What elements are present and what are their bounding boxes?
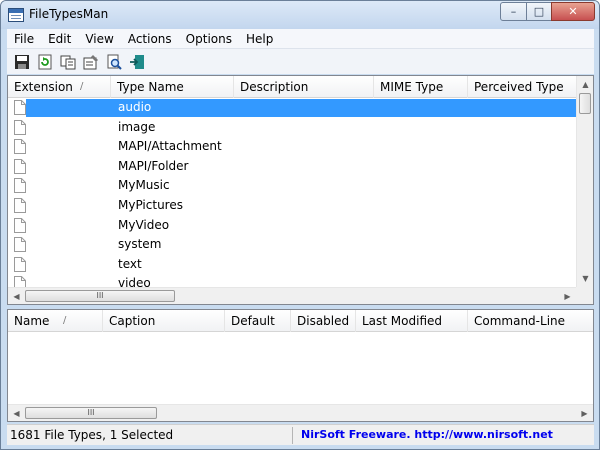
menu-help[interactable]: Help <box>239 32 280 46</box>
menu-view[interactable]: View <box>78 32 120 46</box>
refresh-icon <box>38 54 52 69</box>
list-item[interactable]: text <box>8 255 576 275</box>
horizontal-scroll-thumb[interactable]: III <box>25 407 157 419</box>
file-icon <box>14 197 26 213</box>
list-item[interactable]: image <box>8 118 576 138</box>
save-button[interactable] <box>11 51 33 73</box>
type-name-cell: MAPI/Attachment <box>118 139 222 154</box>
file-types-rows: audio image MAPI/Attachment MAPI/Folder MyMu… <box>8 98 576 294</box>
type-name-cell: image <box>118 119 156 134</box>
exit-icon <box>130 54 144 69</box>
list-item[interactable]: MyPictures <box>8 196 576 216</box>
column-type-name[interactable]: Type Name <box>111 76 234 98</box>
copy-icon <box>60 55 76 69</box>
file-types-header: Extension / Type Name Description MIME T… <box>8 76 593 98</box>
file-icon <box>14 119 26 135</box>
sort-indicator-icon: / <box>80 81 84 92</box>
column-mime-type[interactable]: MIME Type <box>374 76 468 98</box>
list-item[interactable]: audio <box>8 98 576 118</box>
type-name-cell: MyPictures <box>118 197 183 212</box>
status-summary: 1681 File Types, 1 Selected <box>10 428 174 442</box>
menu-file[interactable]: File <box>7 32 41 46</box>
horizontal-scrollbar[interactable]: ◀ III ▶ <box>8 287 576 304</box>
type-name-cell: audio <box>118 100 152 114</box>
type-name-cell: MAPI/Folder <box>118 158 189 173</box>
file-icon <box>14 256 26 272</box>
scrollbar-corner <box>576 287 593 304</box>
maximize-button[interactable]: □ <box>526 2 552 21</box>
column-description[interactable]: Description <box>234 76 374 98</box>
column-default[interactable]: Default <box>225 310 291 332</box>
list-item[interactable]: MyMusic <box>8 176 576 196</box>
column-caption[interactable]: Caption <box>103 310 225 332</box>
column-last-modified[interactable]: Last Modified <box>356 310 468 332</box>
horizontal-scrollbar[interactable]: ◀ III ▶ <box>8 404 593 421</box>
list-item[interactable]: MAPI/Folder <box>8 157 576 177</box>
app-window: FileTypesMan – □ ✕ File Edit View Action… <box>0 0 600 450</box>
title-bar[interactable]: FileTypesMan – □ ✕ <box>1 1 599 29</box>
vertical-scroll-thumb[interactable] <box>579 93 591 114</box>
file-icon <box>14 139 26 155</box>
file-icon <box>14 237 26 253</box>
exit-button[interactable] <box>126 51 148 73</box>
file-icon <box>14 158 26 174</box>
status-divider <box>292 427 293 444</box>
menu-bar: File Edit View Actions Options Help <box>7 29 594 48</box>
file-icon <box>14 100 26 115</box>
close-button[interactable]: ✕ <box>551 2 595 21</box>
scroll-left-icon[interactable]: ◀ <box>8 288 25 304</box>
status-bar: 1681 File Types, 1 Selected NirSoft Free… <box>7 424 594 445</box>
actions-header: Name / Caption Default Disabled Last Mod… <box>8 310 593 332</box>
minimize-button[interactable]: – <box>500 2 527 21</box>
selection-highlight <box>26 99 576 117</box>
file-icon <box>14 178 26 194</box>
save-icon <box>15 54 29 69</box>
menu-actions[interactable]: Actions <box>121 32 179 46</box>
window-title: FileTypesMan <box>29 7 109 21</box>
list-item[interactable]: MAPI/Attachment <box>8 137 576 157</box>
list-item[interactable]: MyVideo <box>8 216 576 236</box>
app-icon[interactable] <box>8 8 24 22</box>
properties-button[interactable] <box>80 51 102 73</box>
type-name-cell: system <box>118 237 162 252</box>
menu-edit[interactable]: Edit <box>41 32 78 46</box>
scroll-up-icon[interactable]: ▲ <box>577 76 593 93</box>
find-button[interactable] <box>103 51 125 73</box>
horizontal-scroll-thumb[interactable]: III <box>25 290 175 302</box>
list-item[interactable]: system <box>8 235 576 255</box>
toolbar <box>7 48 594 74</box>
type-name-cell: MyVideo <box>118 217 170 232</box>
column-extension[interactable]: Extension <box>8 76 111 98</box>
properties-icon <box>83 54 98 69</box>
copy-button[interactable] <box>57 51 79 73</box>
actions-list[interactable]: Name / Caption Default Disabled Last Mod… <box>7 309 594 422</box>
nirsoft-link[interactable]: NirSoft Freeware. http://www.nirsoft.net <box>301 428 553 441</box>
find-icon <box>107 54 122 70</box>
menu-options[interactable]: Options <box>179 32 239 46</box>
vertical-scrollbar[interactable]: ▲ ▼ <box>576 76 593 287</box>
column-disabled[interactable]: Disabled <box>291 310 356 332</box>
type-name-cell: text <box>118 256 142 271</box>
scroll-right-icon[interactable]: ▶ <box>559 288 576 304</box>
scroll-left-icon[interactable]: ◀ <box>8 405 25 421</box>
type-name-cell: MyMusic <box>118 178 170 193</box>
column-name[interactable]: Name <box>8 310 103 332</box>
refresh-button[interactable] <box>34 51 56 73</box>
file-types-list[interactable]: Extension / Type Name Description MIME T… <box>7 75 594 305</box>
scroll-down-icon[interactable]: ▼ <box>577 270 593 287</box>
sort-indicator-icon: / <box>63 315 67 326</box>
scroll-right-icon[interactable]: ▶ <box>576 405 593 421</box>
file-icon <box>14 217 26 233</box>
column-command-line[interactable]: Command-Line <box>468 310 593 332</box>
